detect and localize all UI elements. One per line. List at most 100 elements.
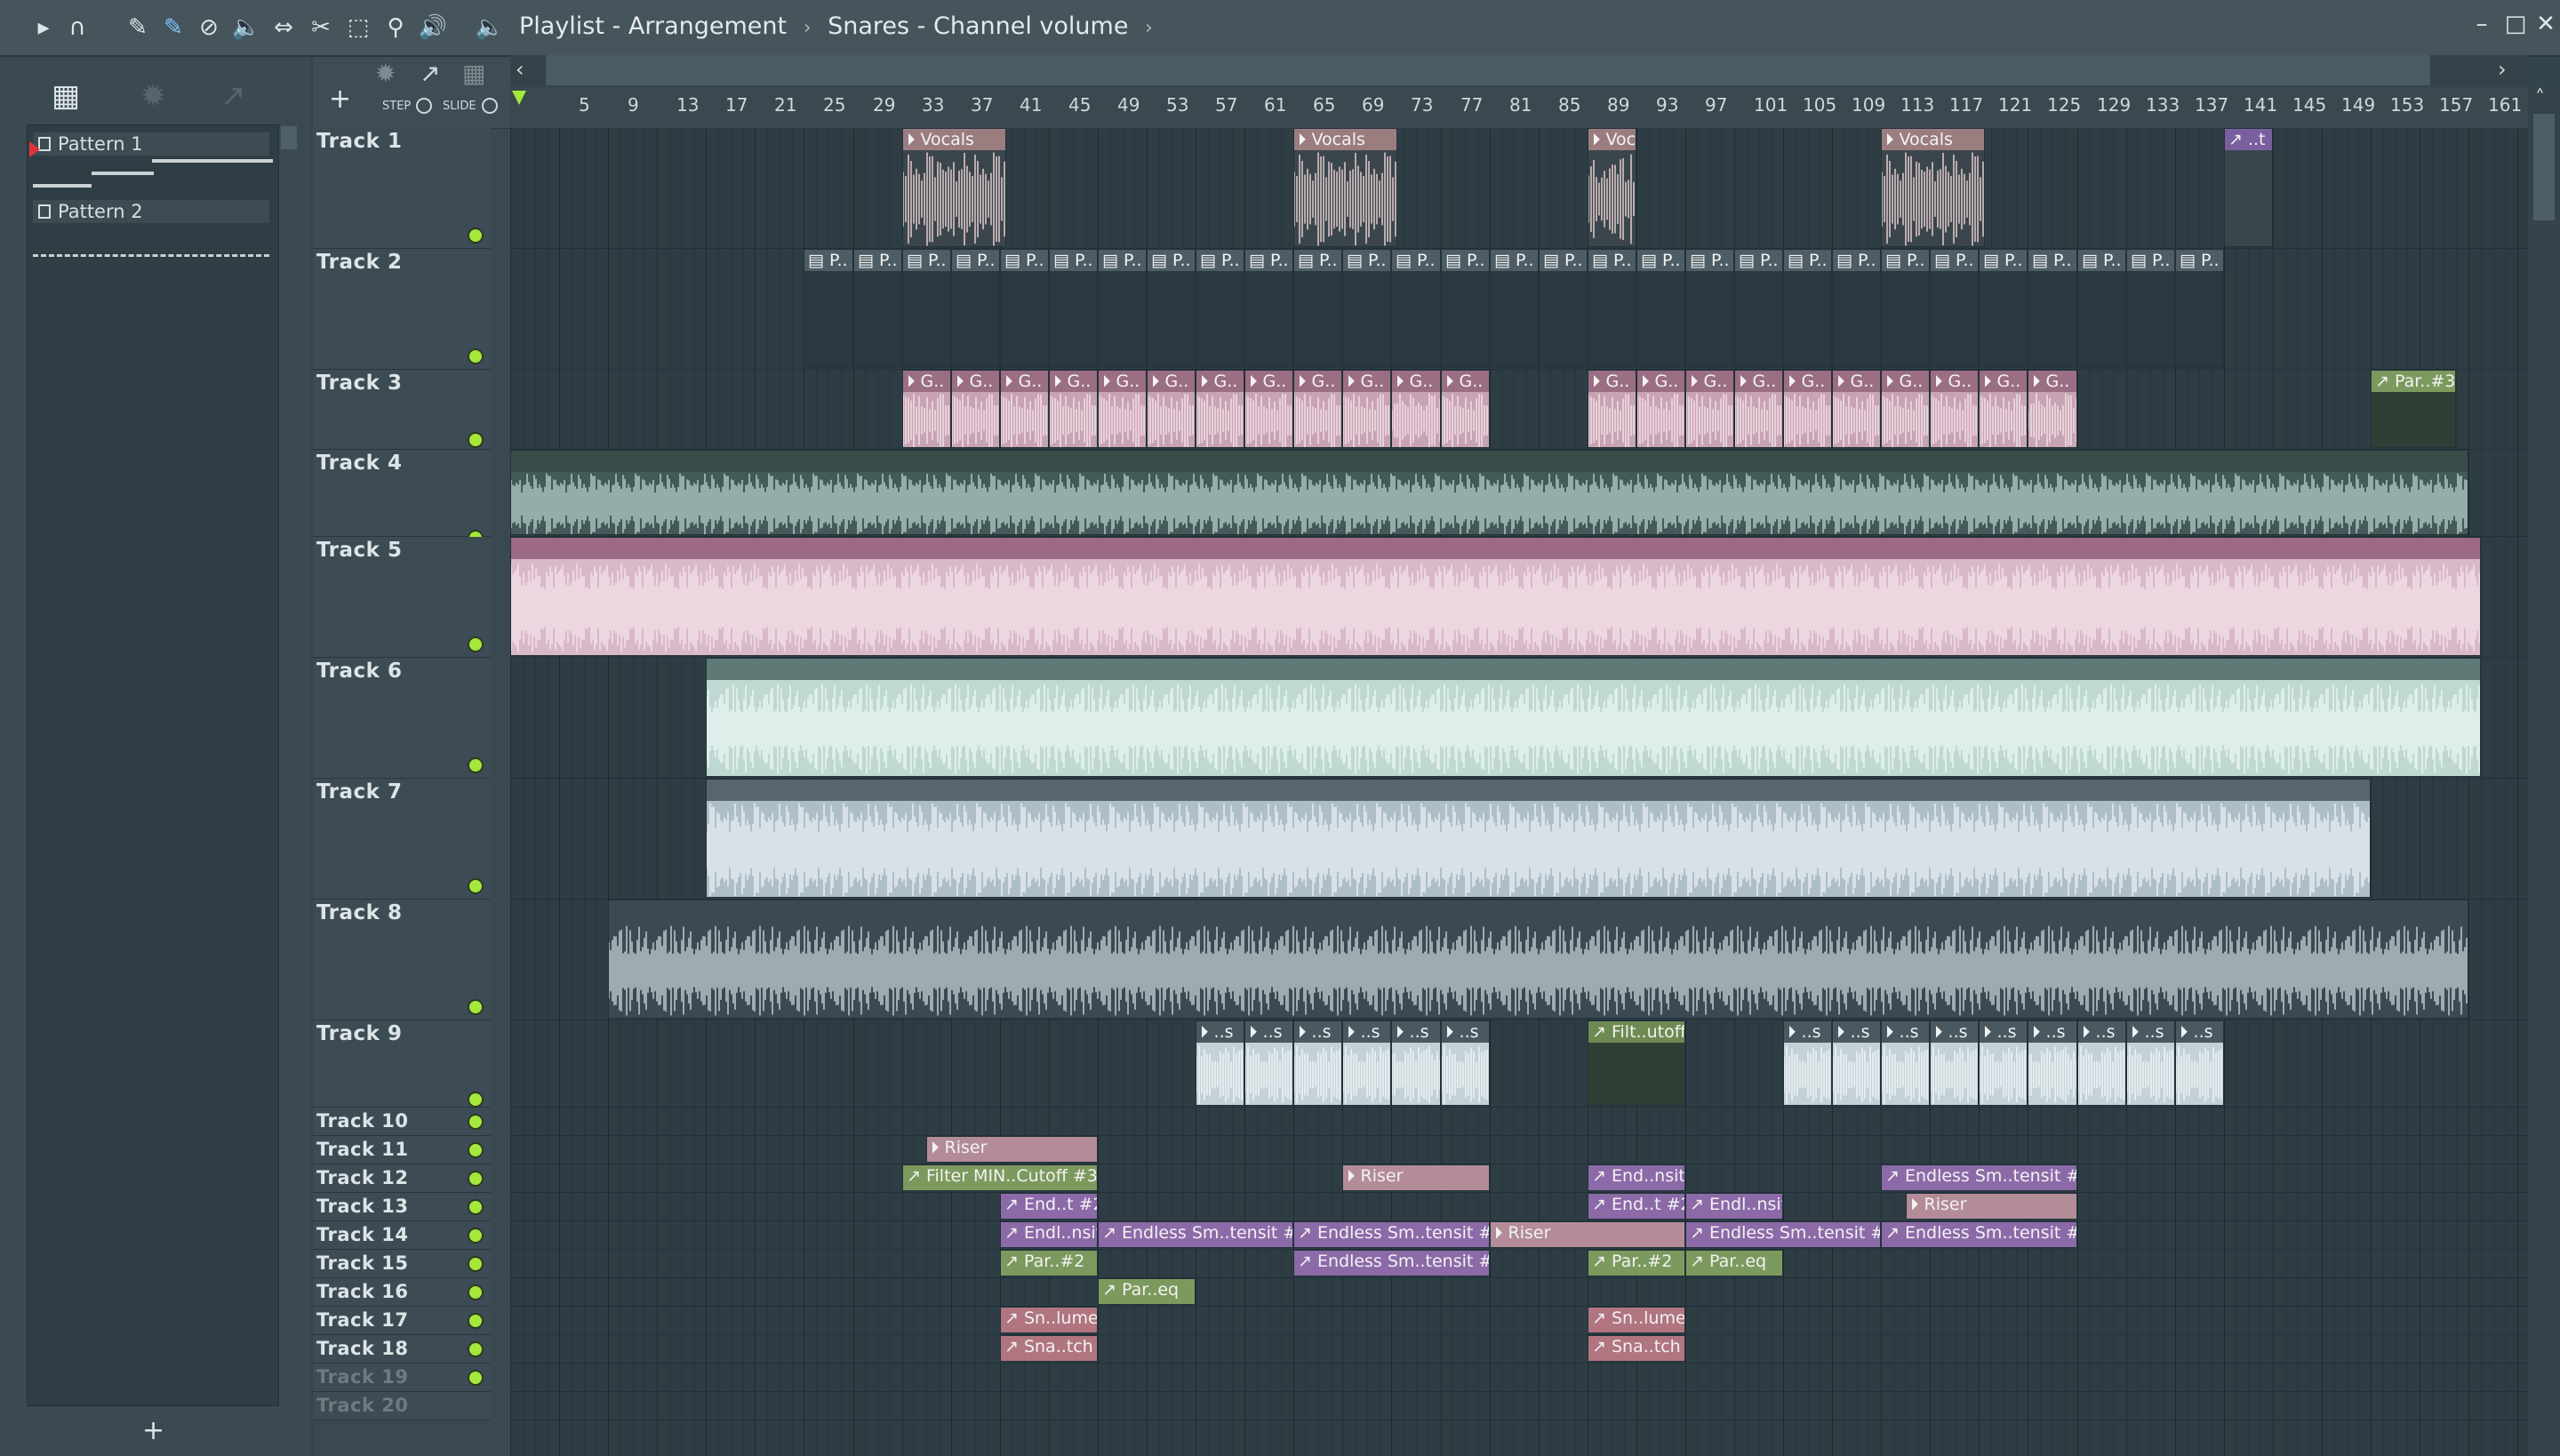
track-lane[interactable] [510,1136,2528,1164]
automation-clip[interactable]: ↗ End..nsit [1588,1164,1685,1191]
pattern-clip[interactable]: ▤ P.. [1244,249,1293,368]
track-enable-led[interactable] [468,228,484,244]
audio-clip[interactable]: ⏵ G.. [1244,370,1293,448]
track-header[interactable]: Track 15 [313,1250,491,1278]
audio-clip-icon[interactable]: ✹ [375,59,396,88]
target-channel[interactable]: Snares - Channel volume [828,12,1128,40]
audio-clip[interactable]: ⏵ G.. [1734,370,1783,448]
pencil-draw-icon[interactable]: ✎ [123,12,153,43]
pattern-clip[interactable]: ▤ P.. [1685,249,1734,368]
audio-clip[interactable]: ⏵ ..s [2175,1020,2224,1106]
pattern-item[interactable]: Pattern 2 [33,200,269,223]
pattern-clip[interactable]: ▤ P.. [1930,249,1979,368]
automation-clip[interactable]: ↗ Par..#3 [2371,370,2456,448]
track-header[interactable]: Track 20 [313,1392,491,1420]
automation-clip[interactable]: ↗ Endless Sm..tensit #2 [1881,1164,2077,1191]
track-enable-led[interactable] [468,878,484,894]
audio-clip[interactable]: ⏵ G.. [1881,370,1930,448]
automation-clip[interactable]: ↗ Endless Sm..tensit #3 [1685,1221,1881,1248]
track-enable-led[interactable] [468,1228,484,1244]
pattern-clip[interactable]: ▤ P.. [2175,249,2224,368]
track-lane[interactable] [510,1278,2528,1307]
audio-clip[interactable] [706,779,2371,898]
track-enable-led[interactable] [468,1114,484,1130]
close-icon[interactable]: ✕ [2530,11,2560,43]
vocals-clip[interactable]: ⏵ Vocals [902,128,1006,247]
pattern-clip[interactable]: ▤ P.. [1783,249,1832,368]
audio-clip[interactable]: ⏵ ..s [1832,1020,1881,1106]
automation-clip[interactable]: ↗ Filt..utoff [1588,1020,1685,1106]
pattern-clip[interactable]: ▤ P.. [1391,249,1441,368]
automation-clip[interactable]: ↗ Endless Sm..tensit #3 [1881,1221,2077,1248]
track-header[interactable]: Track 10 [313,1108,491,1136]
audio-clip[interactable]: ⏵ G.. [951,370,1000,448]
pattern-clip[interactable]: ▤ P.. [1441,249,1490,368]
track-lane[interactable] [510,1364,2528,1392]
vocals-clip[interactable]: ⏵ Vocals [1588,128,1636,247]
audio-clip[interactable]: ⏵ ..s [1441,1020,1490,1106]
audio-clip[interactable]: ⏵ G.. [1147,370,1196,448]
pattern-clip[interactable]: ▤ P.. [1147,249,1196,368]
track-header[interactable]: Track 19 [313,1364,491,1392]
audio-clip[interactable]: ⏵ ..s [1342,1020,1391,1106]
pattern-clip[interactable]: ▤ P.. [2126,249,2175,368]
pattern-clip[interactable]: ▤ P.. [1588,249,1636,368]
track-enable-led[interactable] [468,1092,484,1108]
maximize-icon[interactable]: □ [2500,11,2532,43]
slice-tool-icon[interactable]: ✂ [306,12,336,43]
audio-clip[interactable]: ⏵ ..s [1244,1020,1293,1106]
track-enable-led[interactable] [468,1313,484,1329]
track-lane[interactable] [510,1392,2528,1420]
track-header[interactable]: Track 11 [313,1136,491,1164]
pattern-clip[interactable]: ▤ P.. [1734,249,1783,368]
pattern-clip[interactable]: ▤ P.. [1196,249,1244,368]
audio-clip[interactable]: ⏵ ..s [1979,1020,2028,1106]
playback-tool-icon[interactable]: 🔊 [418,12,448,43]
automation-clip[interactable]: ↗ Sn..lume [1000,1307,1098,1333]
audio-clip[interactable]: ⏵ G.. [2028,370,2077,448]
automation-icon[interactable]: ↗ [220,78,246,114]
pattern-clip[interactable]: ▤ P.. [1490,249,1539,368]
audio-clip[interactable]: ⏵ G.. [902,370,951,448]
piano-roll-icon[interactable]: ▦ [52,78,80,114]
track-lane[interactable] [510,1108,2528,1136]
audio-clip[interactable]: ⏵ ..s [1391,1020,1441,1106]
audio-clip[interactable]: ⏵ G.. [1979,370,2028,448]
pattern-clip[interactable]: ▤ P.. [1979,249,2028,368]
track-header[interactable]: Track 16 [313,1278,491,1307]
automation-clip[interactable]: ↗ Endless Sm..tensit #3 [1293,1221,1490,1248]
pattern-clip[interactable]: ▤ P.. [951,249,1000,368]
audio-clip[interactable]: ⏵ G.. [1293,370,1342,448]
overview-strip[interactable] [546,55,2430,85]
track-header[interactable]: Track 8 [313,900,491,1020]
track-enable-led[interactable] [468,1341,484,1357]
picker-scroll-handle[interactable] [281,126,297,149]
speaker-icon[interactable]: 🔈 [475,12,505,43]
automation-clip[interactable]: ↗ ..t [2224,128,2273,247]
automation-clip[interactable]: ↗ End..t #2 [1000,1193,1098,1220]
automation-clip[interactable]: ↗ Sna..tch [1588,1335,1685,1362]
track-header[interactable]: Track 4 [313,450,491,546]
scroll-thumb[interactable] [2533,114,2555,220]
track-lane[interactable] [510,1164,2528,1193]
automation-clip[interactable]: ↗ Endless Sm..tensit #2 [1293,1250,1490,1276]
pattern-clip[interactable]: ▤ P.. [1049,249,1098,368]
playhead-marker[interactable] [512,91,526,105]
track-enable-led[interactable] [468,1142,484,1158]
track-lane[interactable] [510,1193,2528,1221]
automation-clip[interactable]: ↗ Endl..nsit [1000,1221,1098,1248]
track-header[interactable]: Track 2 [313,249,491,370]
playlist-grid[interactable]: ⏵ Vocals ⏵ Vocals ⏵ Vocals ⏵ Vocals ↗ ..t ▤ P… [510,128,2528,1456]
audio-clip[interactable]: ⏵ G.. [1636,370,1685,448]
track-header[interactable]: Track 18 [313,1335,491,1364]
step-toggle[interactable] [416,98,432,114]
play-arrow-icon[interactable]: ▸ [28,12,59,43]
track-header[interactable]: Track 3 [313,370,491,450]
track-header[interactable]: Track 17 [313,1307,491,1335]
track-header[interactable]: Track 14 [313,1221,491,1250]
audio-clip[interactable]: ⏵ G.. [1441,370,1490,448]
pattern-clip[interactable]: ▤ P.. [804,249,853,368]
slip-tool-icon[interactable]: ⇔ [268,12,299,43]
pattern-clip[interactable]: ▤ P.. [2028,249,2077,368]
track-lane[interactable] [510,1020,2528,1108]
